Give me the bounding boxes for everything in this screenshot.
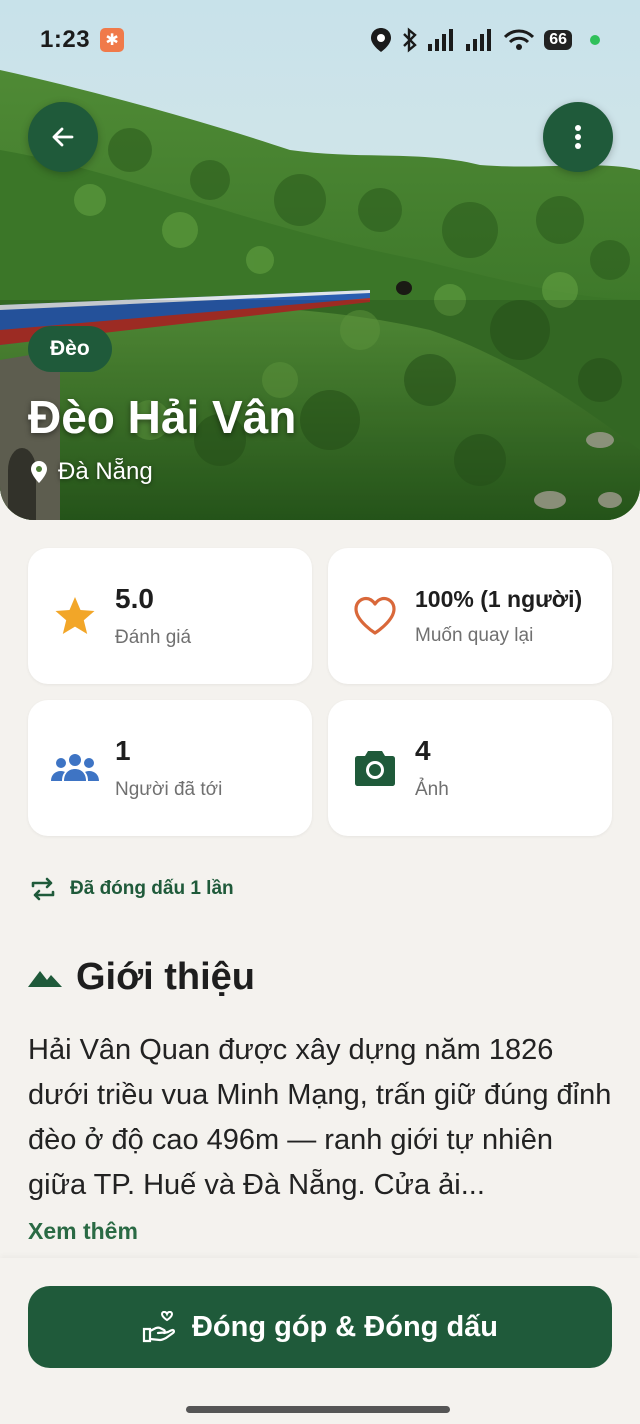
location-icon <box>371 28 392 52</box>
photos-card[interactable]: 4 Ảnh <box>328 700 612 836</box>
return-card[interactable]: 100% (1 người) Muốn quay lại <box>328 548 612 684</box>
camera-icon <box>350 743 400 793</box>
signal-icon <box>428 29 454 51</box>
people-icon <box>50 743 100 793</box>
contribute-stamp-label: Đóng góp & Đóng dấu <box>191 1310 499 1343</box>
signal-2-icon <box>466 29 492 51</box>
home-indicator[interactable] <box>186 1406 450 1413</box>
repeat-icon <box>31 877 55 901</box>
more-options-button[interactable] <box>543 102 613 172</box>
status-icons: 66 <box>370 27 600 53</box>
visitors-label: Người đã tới <box>115 779 223 800</box>
rating-value: 5.0 <box>115 583 154 614</box>
status-bar: 1:23 ✱ 66 <box>0 0 640 80</box>
back-button[interactable] <box>28 102 98 172</box>
more-vertical-icon <box>575 125 581 149</box>
mountain-icon <box>28 970 62 987</box>
rating-card[interactable]: 5.0 Đánh giá <box>28 548 312 684</box>
photos-value: 4 <box>415 735 431 766</box>
see-more-link[interactable]: Xem thêm <box>28 1218 138 1245</box>
rating-label: Đánh giá <box>115 627 192 648</box>
contribute-stamp-button[interactable]: Đóng góp & Đóng dấu <box>28 1286 612 1368</box>
place-location: Đà Nẵng <box>30 458 153 486</box>
location-text: Đà Nẵng <box>58 458 153 485</box>
privacy-dot-icon <box>590 35 600 45</box>
return-label: Muốn quay lại <box>415 624 534 646</box>
location-pin-icon <box>31 461 47 483</box>
stamp-count-row: Đã đóng dấu 1 lần <box>30 876 234 902</box>
intro-heading-text: Giới thiệu <box>76 956 256 998</box>
visitors-card[interactable]: 1 Người đã tới <box>28 700 312 836</box>
return-value: 100% (1 người) <box>415 585 583 612</box>
intro-body: Hải Vân Quan được xây dựng năm 1826 dưới… <box>28 1034 612 1201</box>
visitors-value: 1 <box>115 735 131 766</box>
intro-heading: Giới thiệu <box>28 956 255 999</box>
star-icon <box>50 591 100 641</box>
stamp-count-text: Đã đóng dấu 1 lần <box>70 878 234 899</box>
battery-indicator: 66 <box>544 30 572 50</box>
heart-icon <box>350 591 400 641</box>
wifi-icon <box>504 29 535 50</box>
place-title: Đèo Hải Vân <box>28 391 297 443</box>
arrow-left-icon <box>52 127 74 147</box>
hand-heart-icon <box>142 1311 175 1343</box>
category-chip: Đèo <box>28 326 112 372</box>
bluetooth-icon <box>403 27 417 53</box>
photos-label: Ảnh <box>415 779 449 800</box>
status-time: 1:23 <box>40 26 91 53</box>
app-notification-icon: ✱ <box>100 28 125 52</box>
